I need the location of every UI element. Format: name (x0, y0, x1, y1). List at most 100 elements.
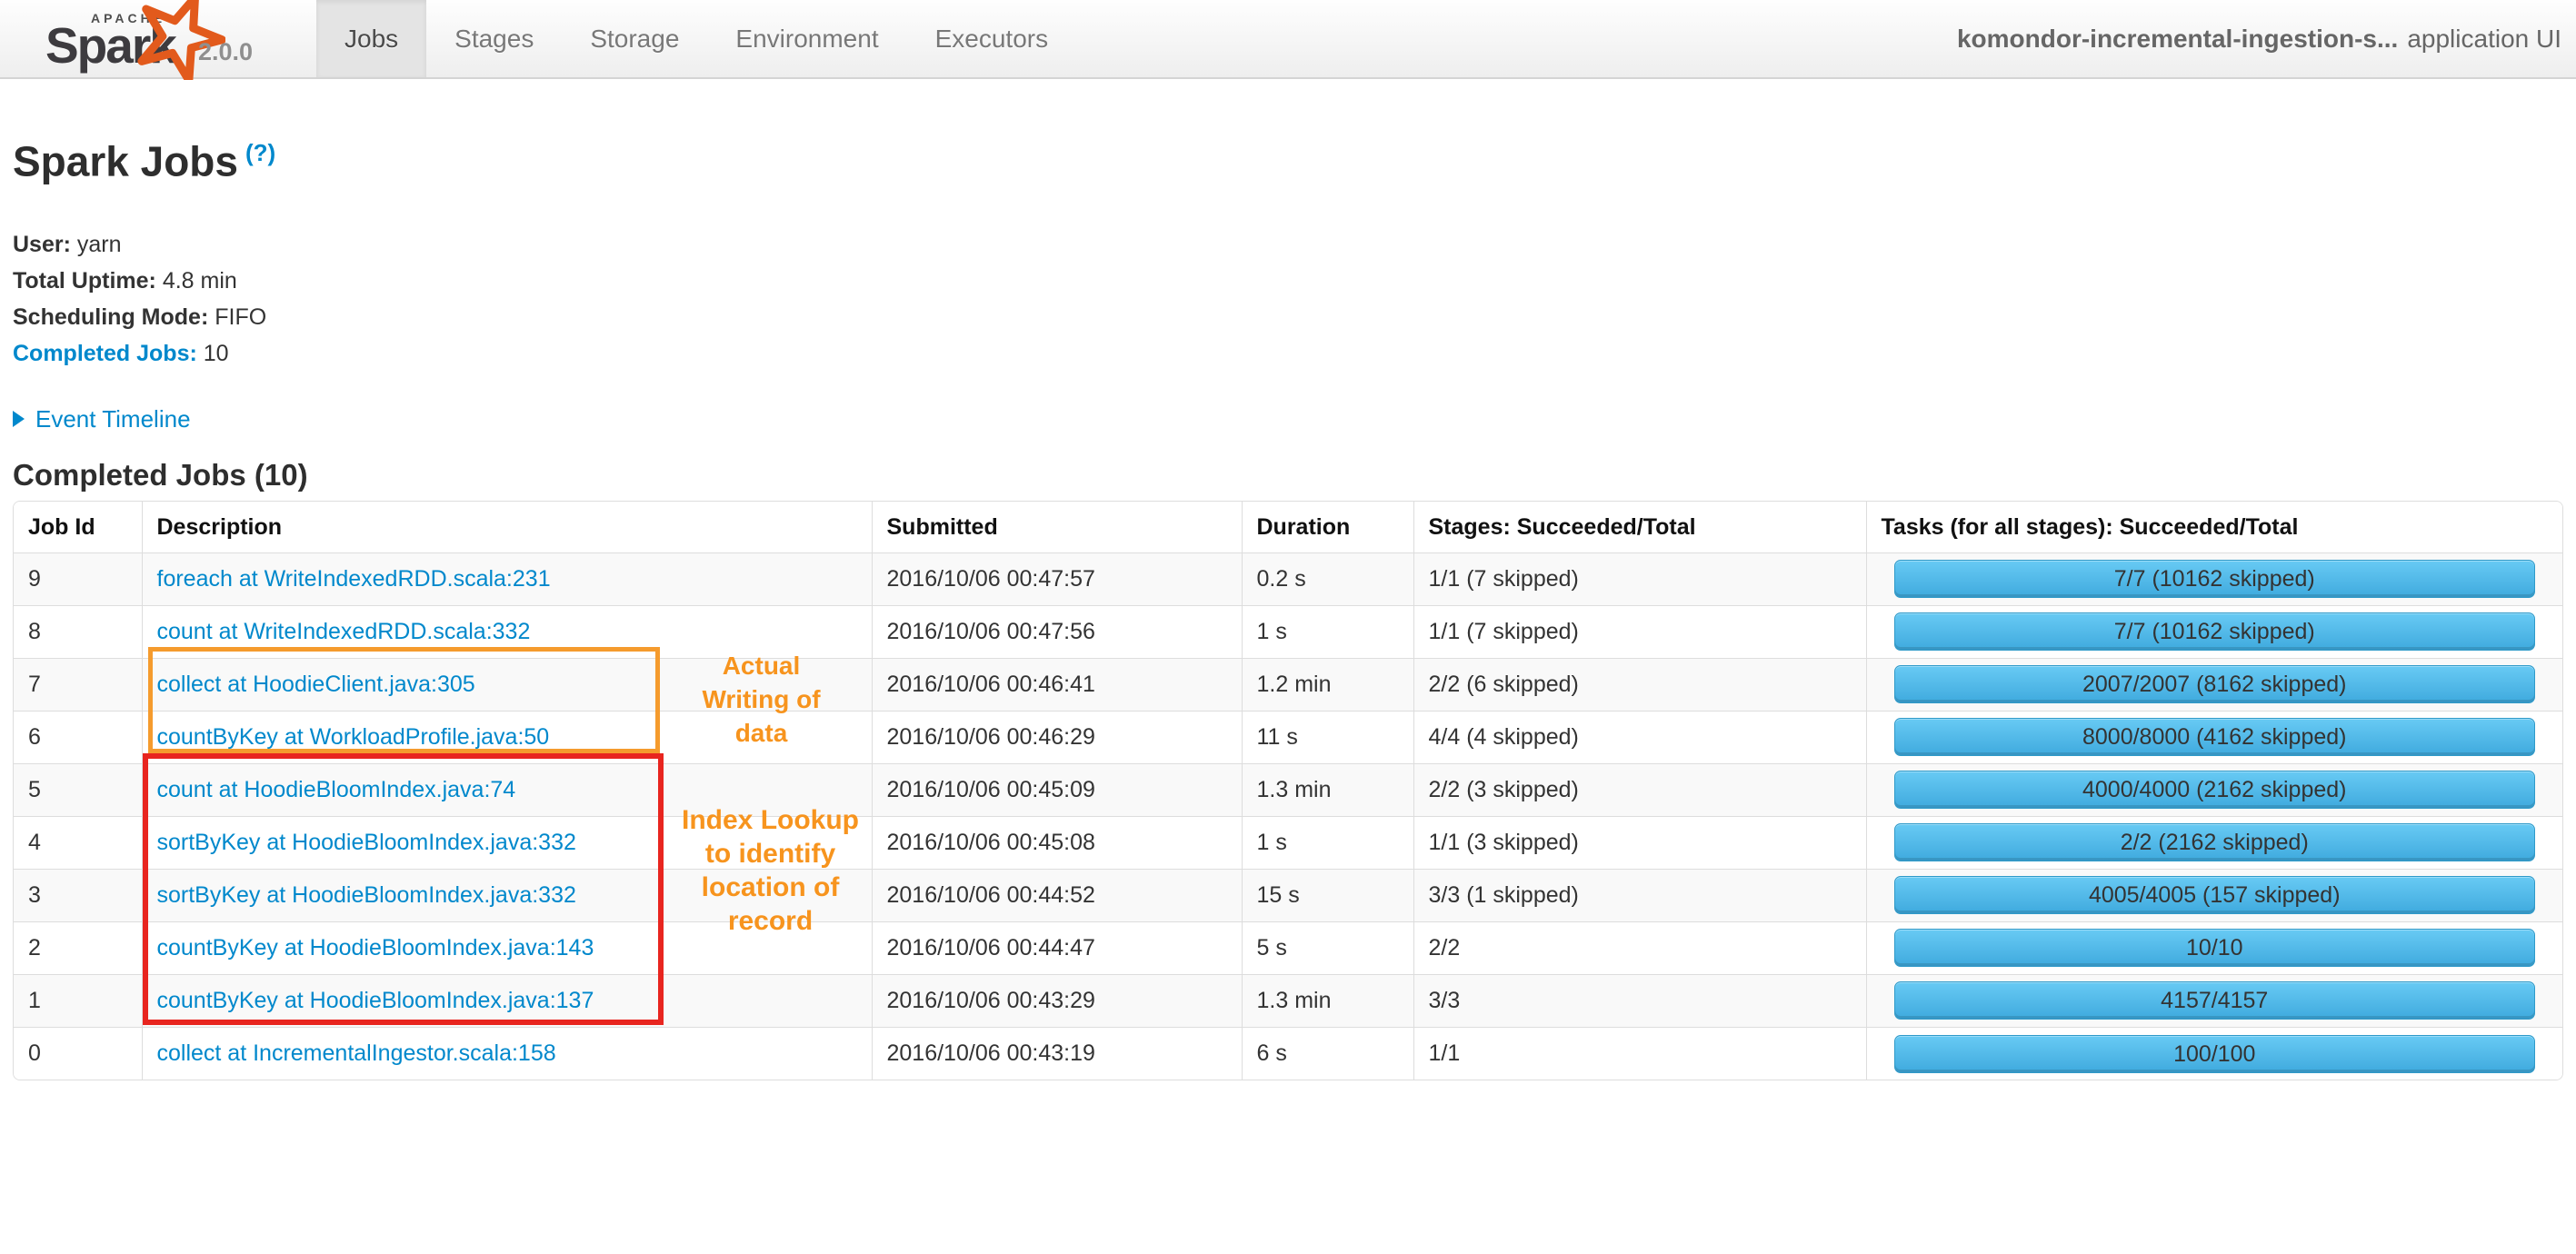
tasks-progress-bar: 4157/4157 (1893, 981, 2535, 1020)
page-title-text: Spark Jobs (13, 137, 238, 185)
stages-cell: 2/2 (1413, 921, 1866, 975)
tasks-cell: 10/10 (1865, 921, 2562, 975)
info-uptime-label: Total Uptime: (13, 268, 156, 294)
duration-cell: 1.2 min (1241, 657, 1413, 712)
help-link[interactable]: (?) (245, 139, 275, 166)
expand-arrow-icon (13, 411, 25, 428)
info-completed-jobs: Completed Jobs: 10 (13, 335, 2563, 372)
job-id-cell: 1 (14, 973, 142, 1028)
stages-cell: 4/4 (4 skipped) (1413, 710, 1866, 764)
tasks-cell: 4005/4005 (157 skipped) (1865, 868, 2562, 922)
job-row: 2 countByKey at HoodieBloomIndex.java:14… (14, 921, 2562, 975)
tasks-progress-bar: 8000/8000 (4162 skipped) (1893, 718, 2535, 757)
tasks-progress-label: 7/7 (10162 skipped) (2113, 619, 2315, 645)
tasks-progress-label: 8000/8000 (4162 skipped) (2082, 724, 2347, 751)
duration-cell: 6 s (1241, 1026, 1413, 1080)
tab-jobs[interactable]: Jobs (316, 0, 427, 77)
submitted-cell: 2016/10/06 00:46:29 (871, 710, 1242, 764)
header-description: Description (141, 502, 872, 553)
event-timeline-toggle[interactable]: Event Timeline (13, 403, 191, 435)
page-content: Spark Jobs (?) User: yarn Total Uptime: 4… (0, 129, 2576, 1081)
job-description-cell: collect at HoodieClient.java:305 (141, 657, 872, 712)
job-description-cell: sortByKey at HoodieBloomIndex.java:332 (141, 815, 872, 870)
job-description-link[interactable]: collect at IncrementalIngestor.scala:158 (157, 1040, 556, 1066)
job-id-cell: 9 (28, 565, 41, 592)
tasks-progress-bar: 100/100 (1893, 1034, 2535, 1073)
completed-jobs-table-wrap: Job Id Description Submitted Duration St… (13, 501, 2563, 1081)
tasks-progress-label: 2007/2007 (8162 skipped) (2082, 672, 2347, 698)
job-row: 4 sortByKey at HoodieBloomIndex.java:332… (14, 815, 2562, 870)
info-uptime: Total Uptime: 4.8 min (13, 263, 2563, 299)
header-job-id: Job Id (14, 502, 142, 553)
tasks-cell: 8000/8000 (4162 skipped) (1865, 710, 2562, 764)
tab-storage[interactable]: Storage (562, 0, 707, 77)
spark-version: 2.0.0 (198, 38, 254, 65)
stages-cell: 1/1 (7 skipped) (1413, 552, 1866, 606)
job-row: 1 countByKey at HoodieBloomIndex.java:13… (14, 973, 2562, 1028)
job-row: 9 foreach at WriteIndexedRDD.scala:231 2… (14, 552, 2562, 606)
job-description-link[interactable]: count at WriteIndexedRDD.scala:332 (157, 619, 531, 644)
completed-jobs-link[interactable]: Completed Jobs: (13, 341, 197, 366)
job-description-link[interactable]: collect at HoodieClient.java:305 (157, 672, 475, 697)
application-name: komondor-incremental-ingestion-s... (1956, 24, 2399, 53)
info-user-value: yarn (76, 232, 122, 258)
job-description-cell: countByKey at HoodieBloomIndex.java:143 (141, 921, 872, 975)
job-description-link[interactable]: count at HoodieBloomIndex.java:74 (157, 777, 516, 802)
tasks-progress-label: 4005/4005 (157 skipped) (2088, 882, 2341, 909)
tasks-cell: 2/2 (2162 skipped) (1865, 815, 2562, 870)
submitted-cell: 2016/10/06 00:43:19 (871, 1026, 1242, 1080)
completed-jobs-heading: Completed Jobs (10) (13, 458, 308, 493)
top-navbar: APACHE Spark 2.0.0 Jobs Stages Storage E… (0, 0, 2576, 85)
job-description-cell: countByKey at WorkloadProfile.java:50 (141, 710, 872, 764)
job-description-link[interactable]: foreach at WriteIndexedRDD.scala:231 (157, 566, 551, 592)
tab-environment[interactable]: Environment (707, 0, 906, 77)
job-description-cell: countByKey at HoodieBloomIndex.java:137 (141, 973, 872, 1028)
submitted-cell: 2016/10/06 00:45:08 (871, 815, 1242, 870)
tasks-progress-bar: 2007/2007 (8162 skipped) (1893, 665, 2535, 704)
job-id-cell: 3 (14, 868, 142, 922)
stages-cell: 1/1 (1413, 1026, 1866, 1080)
duration-cell: 0.2 s (1241, 552, 1413, 606)
job-id-cell: 2 (14, 921, 142, 975)
tasks-progress-bar: 4000/4000 (2162 skipped) (1893, 771, 2535, 810)
tasks-progress-bar: 7/7 (10162 skipped) (1893, 612, 2535, 652)
tasks-progress-label: 10/10 (2185, 935, 2243, 961)
duration-cell: 1.3 min (1241, 973, 1413, 1028)
submitted-cell: 2016/10/06 00:43:29 (871, 973, 1242, 1028)
tasks-progress-label: 7/7 (10162 skipped) (2113, 566, 2315, 592)
job-description-cell: sortByKey at HoodieBloomIndex.java:332 (141, 868, 872, 922)
info-scheduling-mode-value: FIFO (215, 304, 267, 331)
tasks-progress-bar: 10/10 (1893, 929, 2535, 968)
stages-cell: 3/3 (1 skipped) (1413, 868, 1866, 922)
duration-cell: 1 s (1241, 604, 1413, 659)
tasks-cell: 4000/4000 (2162 skipped) (1865, 762, 2562, 817)
job-row: 3 sortByKey at HoodieBloomIndex.java:332… (14, 868, 2562, 922)
header-submitted: Submitted (871, 502, 1242, 553)
stages-cell: 1/1 (3 skipped) (1413, 815, 1866, 870)
submitted-cell: 2016/10/06 00:46:41 (871, 657, 1242, 712)
stages-cell: 2/2 (3 skipped) (1413, 762, 1866, 817)
job-description-cell: count at HoodieBloomIndex.java:74 (141, 762, 872, 817)
job-description-link[interactable]: countByKey at WorkloadProfile.java:50 (157, 724, 550, 750)
submitted-cell: 2016/10/06 00:47:56 (871, 604, 1242, 659)
tasks-progress-bar: 2/2 (2162 skipped) (1893, 823, 2535, 862)
job-id-cell: 5 (14, 762, 142, 817)
summary-info: User: yarn Total Uptime: 4.8 min Schedul… (13, 226, 2563, 372)
info-scheduling-mode-label: Scheduling Mode: (13, 304, 209, 331)
stages-cell: 3/3 (1413, 973, 1866, 1028)
spark-logo: APACHE Spark 2.0.0 (0, 0, 273, 85)
job-description-link[interactable]: countByKey at HoodieBloomIndex.java:143 (157, 935, 594, 960)
job-id-cell: 0 (14, 1026, 142, 1080)
job-description-link[interactable]: countByKey at HoodieBloomIndex.java:137 (157, 988, 594, 1013)
spark-jobs-page: APACHE Spark 2.0.0 Jobs Stages Storage E… (0, 0, 2576, 1254)
job-description-link[interactable]: sortByKey at HoodieBloomIndex.java:332 (157, 830, 576, 855)
job-description-cell: collect at IncrementalIngestor.scala:158 (141, 1026, 872, 1080)
job-description-link[interactable]: sortByKey at HoodieBloomIndex.java:332 (157, 882, 576, 908)
tab-executors[interactable]: Executors (907, 0, 1077, 77)
job-row: 8 count at WriteIndexedRDD.scala:332 201… (14, 604, 2562, 659)
info-user-label: User: (13, 232, 71, 258)
job-row: 7 collect at HoodieClient.java:305 2016/… (14, 657, 2562, 712)
tab-stages[interactable]: Stages (426, 0, 562, 77)
submitted-cell: 2016/10/06 00:47:57 (871, 552, 1242, 606)
job-id-cell: 7 (14, 657, 142, 712)
